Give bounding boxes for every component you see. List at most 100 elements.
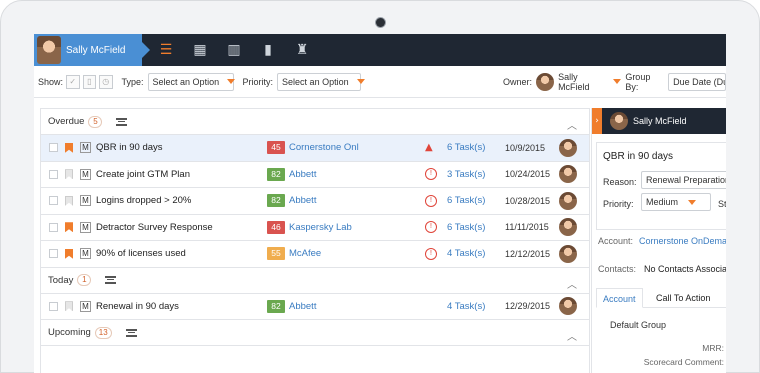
account-link[interactable]: Abbett <box>289 301 316 312</box>
cta-row[interactable]: M QBR in 90 days 45 Cornerstone Onl ▲ 6 Task(… <box>41 135 589 162</box>
row-checkbox[interactable] <box>49 143 58 153</box>
account-link[interactable]: Kaspersky Lab <box>289 222 352 233</box>
cta-row[interactable]: M Create joint GTM Plan 82 Abbett! 3 Task(s)… <box>41 162 589 188</box>
cta-title[interactable]: Detractor Survey Response <box>96 222 213 233</box>
columns-icon[interactable]: ▮ <box>260 42 276 58</box>
tab-account[interactable]: Account <box>596 288 643 308</box>
due-date: 12/12/2015 <box>505 248 551 259</box>
row-checkbox[interactable] <box>49 169 58 179</box>
priority-label: Priority: <box>242 76 274 87</box>
sort-icon[interactable] <box>125 328 137 337</box>
cta-row[interactable]: M Detractor Survey Response 46 Kaspersky La… <box>41 215 589 241</box>
bookmark-icon[interactable] <box>65 222 73 233</box>
owner-avatar <box>559 218 577 237</box>
chart-icon[interactable]: ▥ <box>226 42 242 58</box>
owner-value[interactable]: Sally McField <box>558 72 609 92</box>
group-label: Overdue <box>48 116 85 127</box>
tab-call-to-action[interactable]: Call To Action <box>650 288 716 308</box>
show-completed-toggle[interactable]: ✓ <box>66 74 80 89</box>
overdue-clock-icon: ! <box>425 221 437 234</box>
calendar-icon[interactable]: ▦ <box>192 42 208 58</box>
owner-avatar <box>559 138 577 157</box>
tasks-link[interactable]: 4 Task(s) <box>447 248 485 259</box>
chevron-down-icon <box>356 79 365 84</box>
priority-select[interactable]: Medium <box>641 193 711 211</box>
chevron-up-icon[interactable]: ︿ <box>567 117 577 132</box>
bookmark-icon[interactable] <box>65 169 73 180</box>
cta-type-badge: M <box>80 195 91 207</box>
row-checkbox[interactable] <box>49 222 58 232</box>
health-score-badge: 82 <box>267 194 285 208</box>
owner-select[interactable] <box>609 72 622 91</box>
tasks-link[interactable]: 6 Task(s) <box>447 195 485 206</box>
trophy-icon[interactable]: ♜ <box>294 42 310 58</box>
bookmark-icon[interactable] <box>65 301 73 312</box>
account-link[interactable]: Abbett <box>289 169 316 180</box>
cta-row[interactable]: M 90% of licenses used 55 McAfee! 4 Task(s) 1… <box>41 241 589 268</box>
expand-panel-button[interactable]: › <box>592 108 602 134</box>
camera-dot <box>376 18 385 27</box>
priority-label: Priority: <box>603 199 634 209</box>
tasks-link[interactable]: 6 Task(s) <box>447 142 485 153</box>
bookmark-icon[interactable] <box>65 248 73 259</box>
sort-icon[interactable] <box>116 117 128 126</box>
due-date: 10/28/2015 <box>505 195 551 206</box>
bookmark-icon[interactable] <box>65 195 73 206</box>
cta-title[interactable]: Create joint GTM Plan <box>96 169 190 180</box>
owner-avatar <box>536 72 555 91</box>
account-link[interactable]: McAfee <box>289 248 321 259</box>
health-score-badge: 46 <box>267 220 285 234</box>
user-menu[interactable]: Sally McField <box>34 34 150 66</box>
group-by-label: Group By: <box>625 71 651 92</box>
cta-title[interactable]: Renewal in 90 days <box>96 301 179 312</box>
group-label: Today <box>48 274 74 286</box>
chevron-up-icon[interactable]: ︿ <box>567 328 577 343</box>
owner-label: Owner: <box>503 76 533 87</box>
priority-value: Medium <box>646 197 679 207</box>
group-header[interactable]: Upcoming 13 ︿ <box>41 320 589 346</box>
tasks-link[interactable]: 3 Task(s) <box>447 169 485 180</box>
cta-row[interactable]: M Logins dropped > 20% 82 Abbett! 6 Task(s) 1… <box>41 188 589 215</box>
sort-icon[interactable] <box>105 276 117 284</box>
group-by-select[interactable]: Due Date (Due <box>668 72 726 91</box>
user-name: Sally McField <box>66 44 126 56</box>
type-select[interactable]: Select an Option <box>147 72 236 91</box>
row-checkbox[interactable] <box>49 196 58 206</box>
account-link[interactable]: Cornerstone Onl <box>289 142 359 153</box>
priority-select[interactable]: Select an Option <box>277 72 365 91</box>
row-checkbox[interactable] <box>49 301 58 311</box>
chevron-down-icon <box>688 200 697 206</box>
mrr-label: MRR: <box>702 343 724 353</box>
row-checkbox[interactable] <box>49 249 58 259</box>
show-flagged-toggle[interactable]: ▯ <box>82 74 97 89</box>
account-link[interactable]: Cornerstone OnDemand <box>639 236 726 246</box>
show-overdue-toggle[interactable]: ◷ <box>99 74 113 89</box>
cta-title[interactable]: QBR in 90 days <box>96 142 163 153</box>
cta-row[interactable]: M Renewal in 90 days 82 Abbett 4 Task(s) 12/2… <box>41 294 589 320</box>
contacts-label: Contacts: <box>598 264 637 274</box>
cta-type-badge: M <box>80 142 91 154</box>
bookmark-icon[interactable] <box>65 142 73 153</box>
cta-title[interactable]: 90% of licenses used <box>96 248 186 259</box>
group-count-badge: 13 <box>94 326 112 339</box>
type-label: Type: <box>121 76 144 87</box>
owner-avatar <box>559 244 577 263</box>
health-score-badge: 82 <box>267 299 285 313</box>
group-header[interactable]: Today 1 ︿ <box>41 267 589 294</box>
health-score-badge: 82 <box>267 167 285 181</box>
cta-title[interactable]: Logins dropped > 20% <box>96 195 191 206</box>
panel-owner-avatar <box>610 112 628 130</box>
group-header[interactable]: Overdue 5 ︿ <box>41 109 589 135</box>
tasks-link[interactable]: 4 Task(s) <box>447 301 485 312</box>
cta-title: QBR in 90 days <box>603 151 674 162</box>
cta-list: Overdue 5 ︿ M QBR in 90 days 45 Cornerstone On… <box>40 108 590 373</box>
warning-icon: ▲ <box>425 142 433 154</box>
tasks-link[interactable]: 6 Task(s) <box>447 222 485 233</box>
reason-select[interactable]: Renewal Preparation <box>641 171 726 189</box>
chevron-up-icon[interactable]: ︿ <box>567 276 577 291</box>
account-link[interactable]: Abbett <box>289 195 316 206</box>
group-count-badge: 5 <box>88 115 103 128</box>
group-count-badge: 1 <box>77 274 92 286</box>
list-icon[interactable]: ☰ <box>158 42 174 58</box>
detail-tabs: Account Call To Action <box>596 288 726 308</box>
